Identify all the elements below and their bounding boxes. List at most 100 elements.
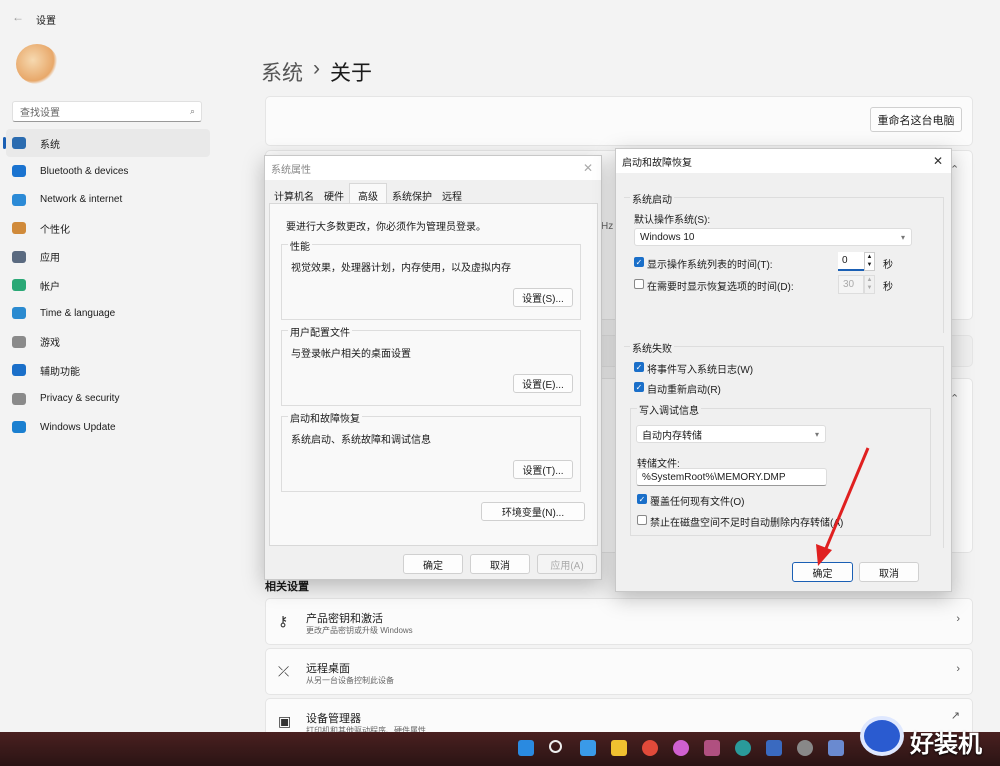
chrome-icon[interactable] — [642, 740, 658, 756]
update-icon — [12, 421, 26, 433]
sidebar-item-label: 应用 — [40, 253, 60, 265]
sidebar-item[interactable]: Network & internet — [6, 186, 210, 214]
group-settings-button[interactable]: 设置(E)... — [513, 374, 573, 393]
system-icon — [12, 137, 26, 149]
chevron-right-icon[interactable]: › — [956, 663, 960, 675]
taskbar — [0, 732, 1000, 766]
start-icon[interactable] — [518, 740, 534, 756]
group-description: 视觉效果，处理器计划，内存使用，以及虚拟内存 — [291, 263, 511, 274]
default-os-label: 默认操作系统(S): — [634, 215, 711, 226]
show-os-list-label: 显示操作系统列表的时间(T): — [647, 260, 773, 271]
sidebar-item[interactable]: Time & language — [6, 299, 210, 327]
group-title: 系统失败 — [630, 340, 674, 355]
device-manager-icon: ▣ — [278, 713, 292, 729]
chevron-right-icon[interactable]: › — [956, 613, 960, 625]
account-icon — [12, 279, 26, 291]
sidebar-item-label: 游戏 — [40, 338, 60, 350]
breadcrumb-separator: › — [313, 57, 320, 80]
tab[interactable]: 系统保护 — [387, 185, 437, 203]
disable-auto-delete-checkbox[interactable] — [637, 515, 647, 525]
related-setting-item[interactable]: ⚷ 产品密钥和激活 更改产品密钥或升级 Windows › — [265, 598, 973, 645]
sidebar-item-label: Privacy & security — [40, 393, 120, 405]
selected-value: Windows 10 — [640, 231, 695, 243]
dialog-title: 系统属性 — [271, 164, 311, 176]
wifi-icon — [12, 193, 26, 206]
tab-label: 远程 — [442, 192, 462, 203]
annotation-arrow — [816, 447, 870, 566]
cancel-button[interactable]: 取消 — [470, 554, 530, 574]
close-icon[interactable]: ✕ — [583, 161, 593, 175]
auto-restart-checkbox[interactable]: ✓ — [634, 382, 644, 392]
system-properties-icon[interactable] — [828, 740, 844, 756]
sidebar-item[interactable]: 帐户 — [6, 271, 210, 299]
debug-type-select[interactable]: 自动内存转储 ▾ — [636, 425, 826, 443]
breadcrumb-parent[interactable]: 系统 — [261, 57, 303, 87]
ok-button[interactable]: 确定 — [403, 554, 463, 574]
close-icon[interactable]: ✕ — [933, 154, 943, 168]
search-input[interactable]: 查找设置 ⌕ — [12, 101, 202, 122]
tab-label: 系统保护 — [392, 192, 432, 203]
related-setting-item[interactable]: ⤫ 远程桌面 从另一台设备控制此设备 › — [265, 648, 973, 695]
selected-value: 自动内存转储 — [642, 430, 702, 442]
sidebar-item[interactable]: Privacy & security — [6, 385, 210, 413]
sidebar-item[interactable]: 应用 — [6, 243, 210, 271]
write-event-checkbox[interactable]: ✓ — [634, 362, 644, 372]
sidebar-item[interactable]: 游戏 — [6, 328, 210, 356]
sidebar-item-label: 帐户 — [40, 281, 60, 293]
sidebar-item[interactable]: 个性化 — [6, 214, 210, 242]
task-view-icon[interactable] — [580, 740, 596, 756]
color-app-icon[interactable] — [673, 740, 689, 756]
related-item-title: 产品密钥和激活 — [306, 613, 383, 625]
sidebar-item-label: 个性化 — [40, 224, 70, 236]
group-settings-button[interactable]: 设置(T)... — [513, 460, 573, 479]
photos-icon[interactable] — [766, 740, 782, 756]
dump-file-input[interactable]: %SystemRoot%\MEMORY.DMP — [636, 468, 827, 486]
partial-text: Hz — [601, 221, 614, 232]
group-title: 用户配置文件 — [288, 324, 352, 339]
show-os-list-checkbox[interactable]: ✓ — [634, 257, 644, 267]
system-properties-dialog: 系统属性 ✕ 计算机名 硬件 高级 系统保护 远程 要进行大多数更改，你必须作为管理员登… — [264, 155, 602, 580]
show-recovery-checkbox[interactable] — [634, 279, 644, 289]
sidebar-item[interactable]: 辅助功能 — [6, 356, 210, 384]
sidebar-item-label: Network & internet — [40, 194, 123, 206]
sidebar-item-label: Time & language — [40, 307, 116, 319]
accessibility-icon — [12, 364, 26, 377]
settings-group: 启动和故障恢复 系统启动、系统故障和调试信息 设置(T)... — [281, 410, 581, 492]
edge-icon[interactable] — [735, 740, 751, 756]
file-explorer-icon[interactable] — [611, 740, 627, 756]
gamepad-icon — [12, 335, 26, 348]
group-settings-button[interactable]: 设置(S)... — [513, 288, 573, 307]
tab[interactable]: 计算机名 — [269, 185, 319, 203]
watermark-text: 好装机 — [910, 731, 982, 758]
os-list-time-stepper[interactable]: 0 — [838, 252, 864, 271]
apply-button[interactable]: 应用(A) — [537, 554, 597, 574]
admin-notice: 要进行大多数更改，你必须作为管理员登录。 — [286, 222, 486, 233]
tab[interactable]: 远程 — [437, 185, 467, 203]
spin-arrows-icon[interactable]: ▲ ▼ — [864, 252, 875, 271]
sidebar-item[interactable]: 系统 — [6, 129, 210, 157]
sidebar-item-label: Bluetooth & devices — [40, 165, 129, 177]
tab[interactable]: 高级 — [349, 183, 387, 203]
tab-panel: 要进行大多数更改，你必须作为管理员登录。 性能视觉效果，处理器计划，内存使用，以… — [269, 203, 598, 546]
group-title: 性能 — [288, 238, 312, 253]
search-icon[interactable] — [549, 740, 562, 753]
dialog-title: 启动和故障恢复 — [622, 157, 692, 169]
default-os-select[interactable]: Windows 10 ▾ — [634, 228, 912, 246]
rename-pc-button[interactable]: 重命名这台电脑 — [870, 107, 962, 132]
sidebar-item[interactable]: Windows Update — [6, 413, 210, 441]
page-title: 关于 — [330, 62, 372, 85]
avatar[interactable] — [16, 44, 58, 84]
bluetooth-icon — [12, 165, 26, 178]
environment-variables-button[interactable]: 环境变量(N)... — [481, 502, 585, 521]
chevron-down-icon: ▾ — [814, 429, 819, 439]
remote-desktop-icon: ⤫ — [278, 663, 290, 679]
overwrite-checkbox[interactable]: ✓ — [637, 494, 647, 504]
group-description: 系统启动、系统故障和调试信息 — [291, 435, 431, 446]
sidebar-item[interactable]: Bluetooth & devices — [6, 157, 210, 185]
external-link-icon[interactable]: ↗ — [951, 709, 960, 722]
settings-icon[interactable] — [797, 740, 813, 756]
back-arrow-icon[interactable]: ← — [12, 10, 24, 24]
overwrite-label: 覆盖任何现有文件(O) — [650, 497, 745, 508]
tab[interactable]: 硬件 — [319, 185, 349, 203]
app-icon[interactable] — [704, 740, 720, 756]
